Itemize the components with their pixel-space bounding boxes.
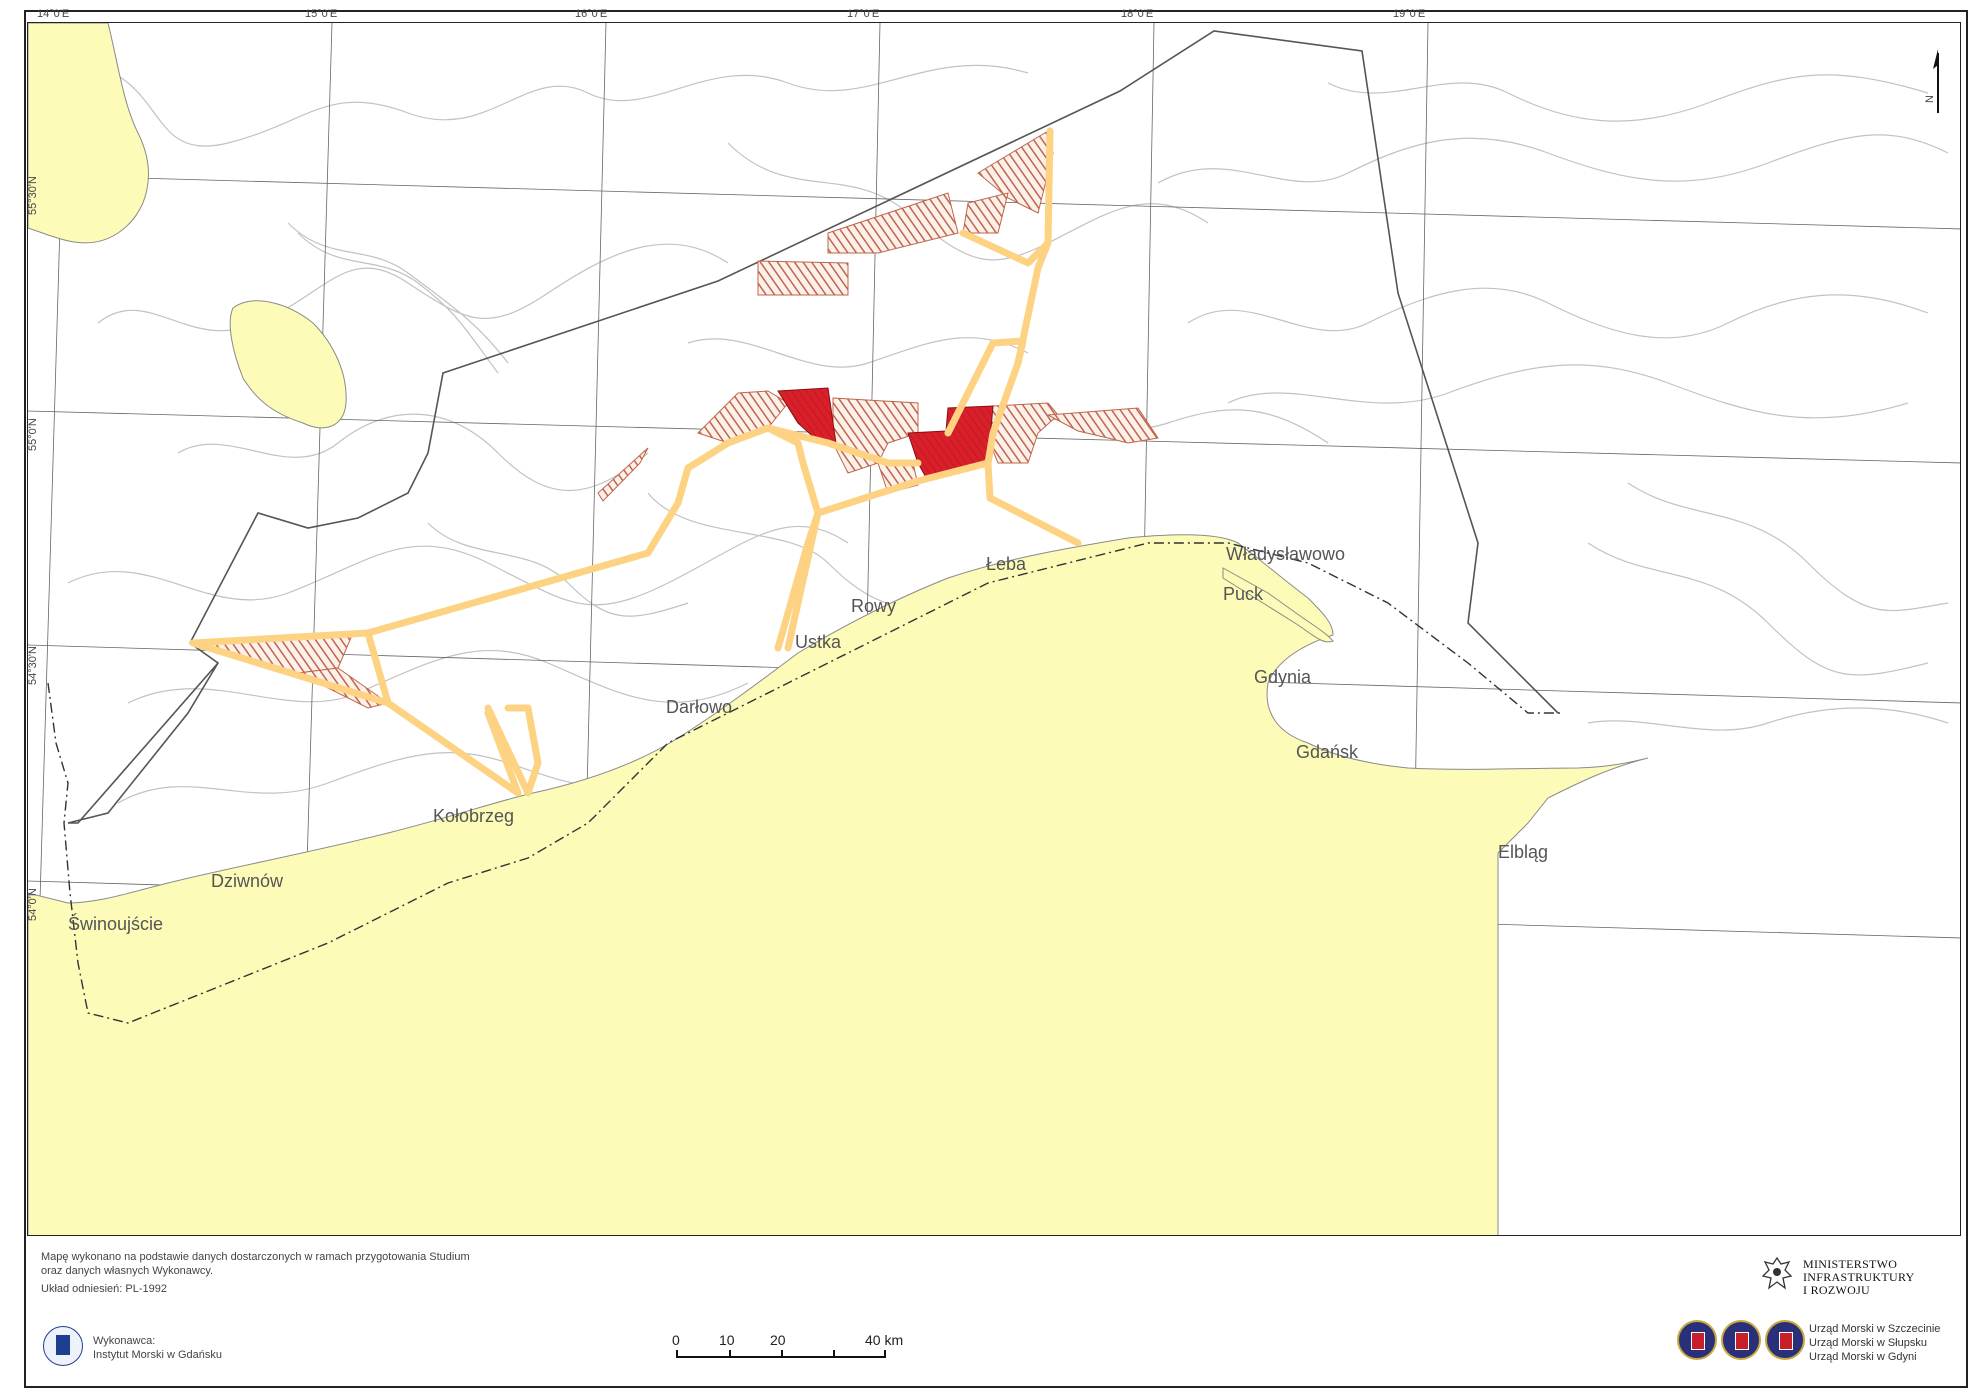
- lon-label-17: 17°0'E: [847, 8, 880, 20]
- seal-gdynia-icon: [1765, 1320, 1805, 1360]
- lat-tick-5400: 54°0'N: [28, 888, 39, 921]
- seal-slupsk-icon: [1721, 1320, 1761, 1360]
- scale-tick-10: 10: [719, 1332, 735, 1348]
- map-frame[interactable]: N 14°0'E 15°0'E 16°0'E 17°0'E 18°0'E 19°…: [27, 22, 1961, 1236]
- seal-szczecin-icon: [1677, 1320, 1717, 1360]
- north-label: N: [1924, 95, 1936, 103]
- top-tick-row: 14°0'E 15°0'E 16°0'E 17°0'E 18°0'E 19°0'…: [27, 8, 1961, 22]
- contractor-name: Instytut Morski w Gdańsku: [93, 1349, 222, 1361]
- label-gdansk: Gdańsk: [1296, 742, 1359, 762]
- north-arrow: N: [1924, 49, 1939, 113]
- lat-tick-5500: 55°0'N: [28, 418, 39, 451]
- bornholm-island: [229, 300, 347, 429]
- ministry-line3: I ROZWOJU: [1803, 1283, 1871, 1297]
- scale-tick-40: 40 km: [865, 1332, 904, 1348]
- label-ustka: Ustka: [795, 632, 842, 652]
- contractor-logo: [43, 1326, 83, 1366]
- lat-tick-5430: 54°30'N: [28, 646, 39, 685]
- source-note-line1: Mapę wykonano na podstawie danych dostar…: [41, 1251, 470, 1263]
- lon-label-14: 14°0'E: [37, 8, 70, 20]
- label-leba: Łeba: [986, 554, 1027, 574]
- label-elblag: Elbląg: [1498, 842, 1548, 862]
- office-gdynia: Urząd Morski w Gdyni: [1809, 1351, 1917, 1363]
- contractor-label: Wykonawca:: [93, 1335, 156, 1347]
- lat-tick-5530: 55°30'N: [28, 176, 39, 215]
- office-szczecin: Urząd Morski w Szczecinie: [1809, 1323, 1941, 1335]
- label-wladyslawowo: Władysławowo: [1226, 544, 1345, 564]
- land-areas: [28, 23, 1649, 1235]
- lon-label-15: 15°0'E: [305, 8, 338, 20]
- map-footer: Mapę wykonano na podstawie danych dostar…: [27, 1236, 1961, 1372]
- scale-tick-20: 20: [770, 1332, 786, 1348]
- reference-system: Układ odniesień: PL-1992: [41, 1283, 167, 1295]
- label-rowy: Rowy: [851, 596, 896, 616]
- lon-label-19: 19°0'E: [1393, 8, 1426, 20]
- eagle-emblem-icon: [1759, 1254, 1795, 1298]
- label-kolobrzeg: Kołobrzeg: [433, 806, 514, 826]
- lon-label-16: 16°0'E: [575, 8, 608, 20]
- maritime-offices: Urząd Morski w Szczecinie Urząd Morski w…: [1809, 1322, 1940, 1364]
- label-gdynia: Gdynia: [1254, 667, 1312, 687]
- label-puck: Puck: [1223, 584, 1264, 604]
- office-slupsk: Urząd Morski w Słupsku: [1809, 1337, 1927, 1349]
- lon-label-18: 18°0'E: [1121, 8, 1154, 20]
- source-note: Mapę wykonano na podstawie danych dostar…: [41, 1250, 470, 1296]
- label-darlowo: Darłowo: [666, 697, 732, 717]
- map-canvas[interactable]: N 14°0'E 15°0'E 16°0'E 17°0'E 18°0'E 19°…: [28, 23, 1961, 1236]
- ministry-name: MINISTERSTWO INFRASTRUKTURY I ROZWOJU: [1803, 1258, 1915, 1297]
- label-swinoujscie: Świnoujście: [68, 913, 163, 934]
- scale-tick-0: 0: [672, 1332, 680, 1348]
- label-dziwnow: Dziwnów: [211, 871, 284, 891]
- map-sheet: N 14°0'E 15°0'E 16°0'E 17°0'E 18°0'E 19°…: [0, 0, 1972, 1394]
- scale-bar: 0 10 20 40 km: [672, 1332, 932, 1372]
- source-note-line2: oraz danych własnych Wykonawcy.: [41, 1265, 214, 1277]
- contractor: Wykonawca: Instytut Morski w Gdańsku: [93, 1334, 222, 1362]
- bornholm-coast: [28, 23, 149, 244]
- latitude-labels: 55°30'N 55°0'N 54°30'N 54°0'N: [28, 176, 39, 921]
